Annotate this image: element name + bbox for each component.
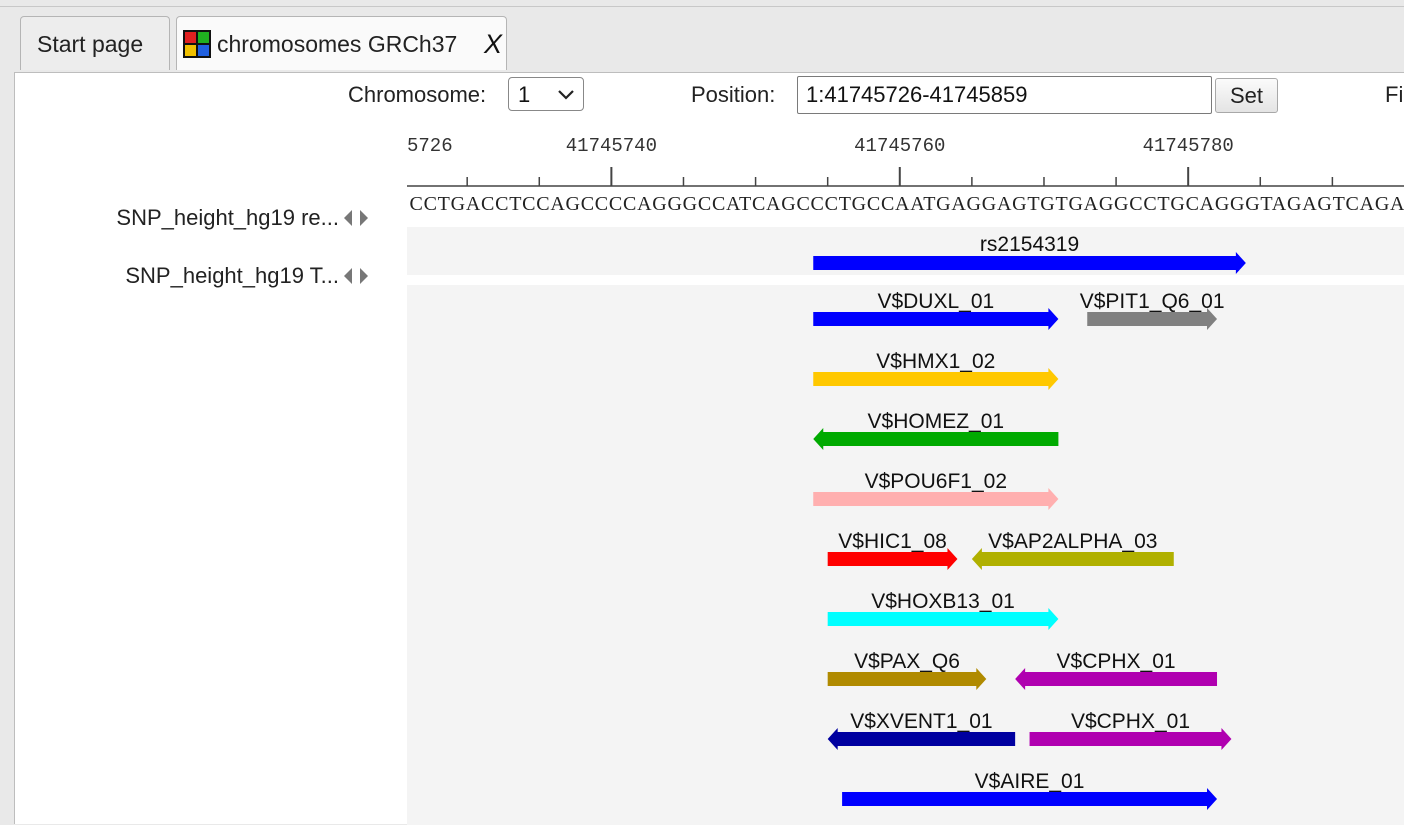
tab-start-page[interactable]: Start page bbox=[20, 16, 170, 70]
ruler-tick-label: 5726 bbox=[407, 135, 453, 157]
feature-label[interactable]: V$AIRE_01 bbox=[975, 770, 1085, 793]
ruler-tick-label: 41745740 bbox=[566, 135, 657, 157]
feature-label[interactable]: V$XVENT1_01 bbox=[850, 710, 992, 733]
fit-label: Fi bbox=[1385, 82, 1403, 108]
feature-label[interactable]: V$HIC1_08 bbox=[838, 530, 947, 553]
tab-chromosomes-label: chromosomes GRCh37 bbox=[217, 31, 457, 58]
tab-chromosomes-grch37[interactable]: chromosomes GRCh37 X bbox=[176, 16, 507, 70]
genome-browser-panel: Chromosome: 1 Position: Set Fi SNP_heigh… bbox=[14, 72, 1404, 824]
track-label-snp-height-re[interactable]: SNP_height_hg19 re... bbox=[116, 205, 339, 231]
genome-view[interactable]: 5726 41745740 41745760 41745780 CCTGACCTCCAG… bbox=[407, 125, 1404, 825]
feature-label[interactable]: V$HOXB13_01 bbox=[871, 590, 1015, 613]
dna-sequence: CCTGACCTCCAGCCCCAGGGCCATCAGCCCTGCCAATGAG… bbox=[410, 193, 1404, 215]
chromosome-value: 1 bbox=[518, 82, 530, 108]
feature-label[interactable]: V$HMX1_02 bbox=[876, 350, 995, 373]
feature-label[interactable]: V$DUXL_01 bbox=[877, 290, 994, 313]
feature-label[interactable]: rs2154319 bbox=[980, 233, 1079, 256]
top-divider bbox=[0, 6, 1404, 7]
chromosome-select[interactable]: 1 bbox=[508, 77, 584, 111]
chevron-down-icon bbox=[557, 88, 575, 102]
tab-bar: Start page chromosomes GRCh37 X bbox=[0, 0, 1404, 72]
track-label-snp-height-t[interactable]: SNP_height_hg19 T... bbox=[125, 263, 339, 289]
feature-label[interactable]: V$AP2ALPHA_03 bbox=[988, 530, 1157, 553]
position-input[interactable] bbox=[797, 76, 1212, 114]
chromosome-label: Chromosome: bbox=[348, 82, 486, 108]
ruler-tick-label: 41745780 bbox=[1143, 135, 1234, 157]
feature-label[interactable]: V$PIT1_Q6_01 bbox=[1080, 290, 1225, 313]
genome-app-icon bbox=[183, 30, 211, 58]
feature-label[interactable]: V$CPHX_01 bbox=[1071, 710, 1190, 733]
feature-label[interactable]: V$HOMEZ_01 bbox=[868, 410, 1005, 433]
close-tab-icon[interactable]: X bbox=[484, 29, 502, 60]
track-scroll-arrows-icon[interactable] bbox=[342, 265, 372, 287]
set-button[interactable]: Set bbox=[1215, 78, 1278, 113]
track-scroll-arrows-icon[interactable] bbox=[342, 207, 372, 229]
feature-label[interactable]: V$PAX_Q6 bbox=[854, 650, 960, 673]
ruler-tick-label: 41745760 bbox=[854, 135, 945, 157]
position-label: Position: bbox=[691, 82, 775, 108]
tab-start-page-label: Start page bbox=[37, 31, 143, 58]
feature-label[interactable]: V$POU6F1_02 bbox=[865, 470, 1007, 493]
feature-label[interactable]: V$CPHX_01 bbox=[1057, 650, 1176, 673]
